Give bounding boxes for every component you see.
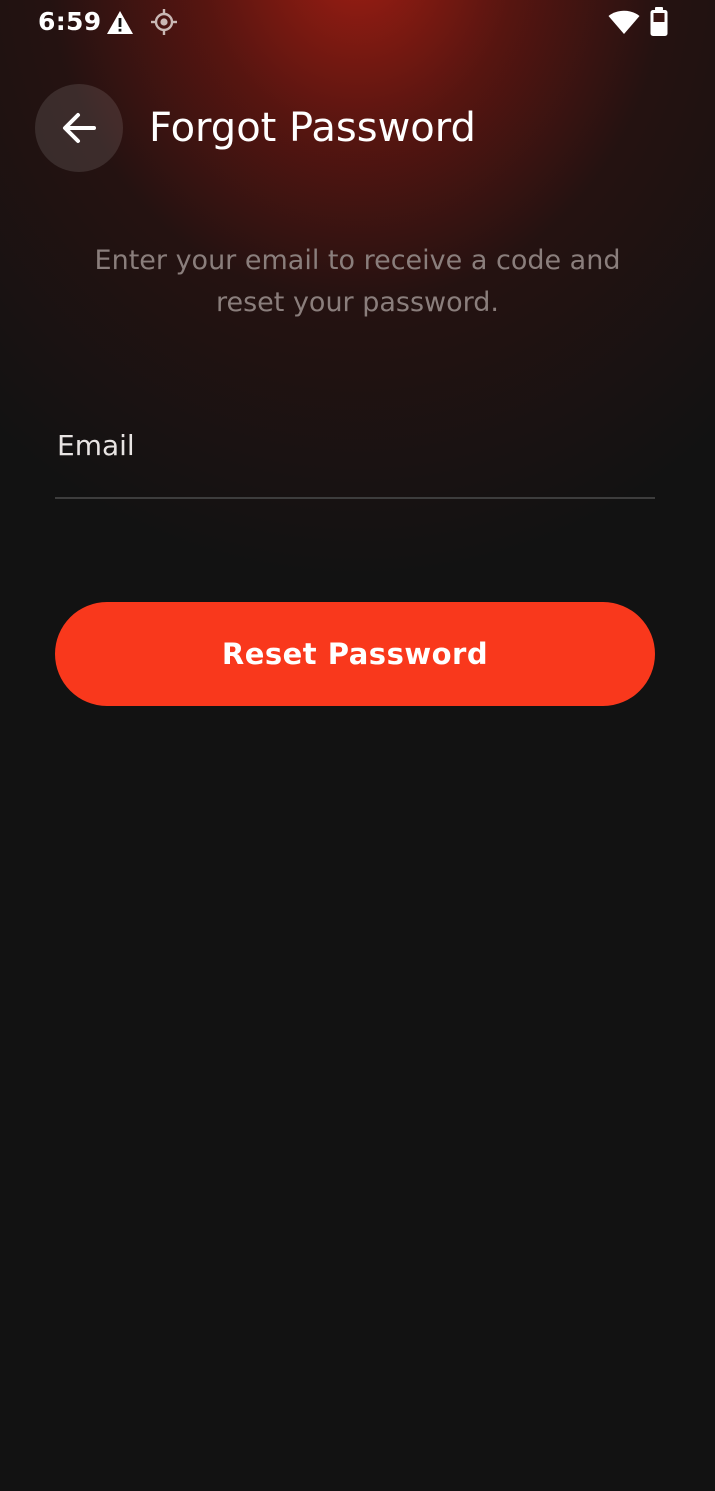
warning-icon [107, 11, 133, 34]
reset-password-button[interactable]: Reset Password [55, 602, 655, 706]
arrow-left-icon [63, 113, 96, 143]
page-title: Forgot Password [149, 105, 476, 151]
back-button[interactable] [35, 84, 123, 172]
wifi-icon [608, 10, 640, 34]
forgot-password-screen: 6:59 Forgot Password Enter your email to… [0, 0, 715, 1491]
email-input[interactable] [55, 410, 659, 480]
email-field[interactable] [55, 410, 659, 499]
instructions-text: Enter your email to receive a code and r… [94, 245, 621, 318]
location-target-icon [151, 9, 177, 35]
status-time: 6:59 [38, 7, 102, 36]
battery-icon [650, 7, 668, 36]
status-bar: 6:59 [0, 0, 715, 46]
